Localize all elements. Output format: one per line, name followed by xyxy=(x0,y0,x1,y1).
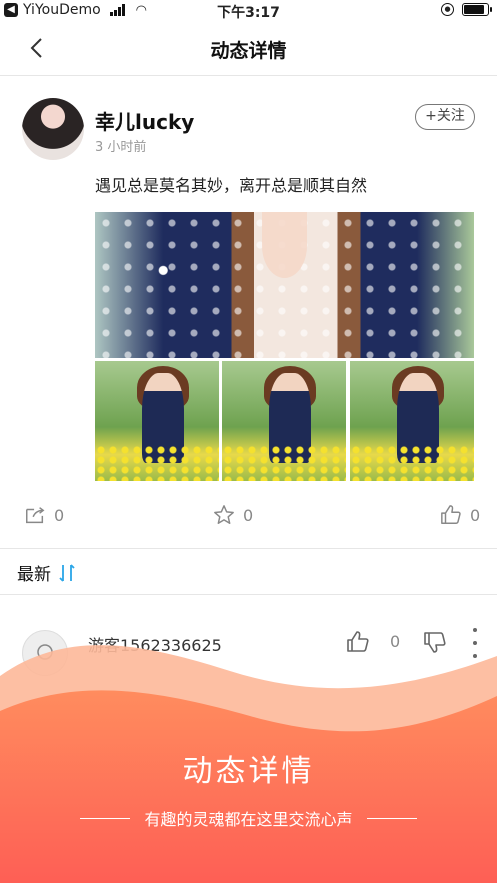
author-avatar[interactable] xyxy=(22,98,84,160)
battery-icon xyxy=(462,3,492,16)
rotation-lock-icon: ● xyxy=(441,3,454,16)
photo-flowers xyxy=(350,445,474,481)
photo-figure xyxy=(261,212,308,278)
nav-bar: 动态详情 xyxy=(0,22,497,76)
like-count: 0 xyxy=(470,505,481,525)
post-photo-2[interactable] xyxy=(222,361,346,481)
favorite-action[interactable]: 0 xyxy=(213,504,253,526)
post-time: 3 小时前 xyxy=(95,140,147,155)
post-photo-3[interactable] xyxy=(350,361,474,481)
post-photo-1[interactable] xyxy=(95,361,219,481)
thumbs-up-icon xyxy=(441,505,461,524)
follow-button[interactable]: +关注 xyxy=(415,104,475,130)
status-time: 下午3:17 xyxy=(217,5,280,21)
post-actions: 0 0 0 xyxy=(0,504,497,534)
share-icon xyxy=(26,507,45,524)
like-action[interactable]: 0 xyxy=(440,504,480,526)
promo-banner: 动态详情 有趣的灵魂都在这里交流心声 xyxy=(0,636,497,883)
page-title: 动态详情 xyxy=(210,40,287,62)
author-name[interactable]: 幸儿lucky xyxy=(95,106,194,135)
photo-flowers xyxy=(95,445,219,481)
photo-flowers xyxy=(222,445,346,481)
battery-fill xyxy=(464,5,484,14)
share-action[interactable]: 0 xyxy=(24,504,64,526)
banner-line-right xyxy=(366,817,417,819)
comment-sort[interactable]: 最新 xyxy=(17,560,77,585)
banner-subtitle-row: 有趣的灵魂都在这里交流心声 xyxy=(0,806,497,830)
banner-title: 动态详情 xyxy=(182,754,315,789)
banner-line-left xyxy=(80,817,131,819)
divider xyxy=(0,548,497,549)
post-header: 幸儿lucky 3 小时前 +关注 xyxy=(22,98,477,160)
status-right: ● xyxy=(441,3,492,16)
post-photo-main[interactable] xyxy=(95,212,474,358)
star-icon xyxy=(214,505,234,524)
post-text: 遇见总是莫名其妙，离开总是顺其自然 xyxy=(95,176,368,195)
favorite-count: 0 xyxy=(243,505,254,525)
sort-icon[interactable] xyxy=(57,563,77,583)
status-bar: ◀ YiYouDemo ◠ 下午3:17 ● xyxy=(0,0,497,22)
sort-label: 最新 xyxy=(17,565,51,585)
share-count: 0 xyxy=(54,505,65,525)
banner-subtitle: 有趣的灵魂都在这里交流心声 xyxy=(144,810,353,829)
divider xyxy=(0,594,497,595)
